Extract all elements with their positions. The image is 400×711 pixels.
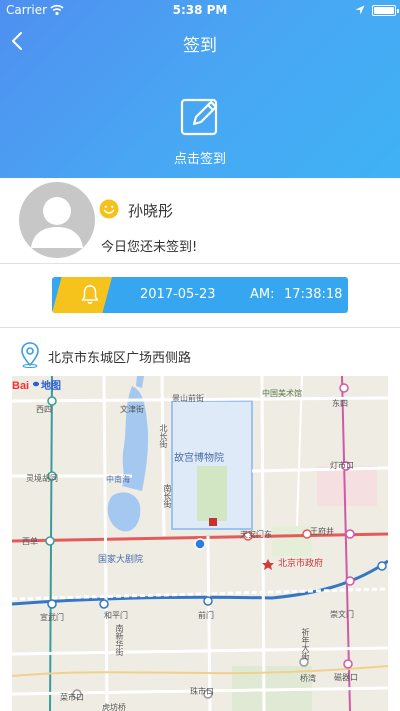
time-bar: 2017-05-23 AM: 17:38:18	[52, 277, 348, 313]
map-label-xisi: 西四	[36, 405, 52, 414]
map-label-nanchang: 南长街	[163, 484, 172, 508]
map-label-beichang: 北长街	[159, 424, 168, 448]
map-label-chongwenmen: 崇文门	[330, 610, 354, 619]
map-canvas	[12, 376, 388, 711]
map-view[interactable]: 西四 文津街 景山前街 中国美术馆 东四 北长街 故宫博物院 灵境胡同 灯市口 …	[12, 376, 388, 711]
avatar	[19, 182, 95, 258]
location-row: 北京市东城区广场西侧路	[0, 328, 400, 376]
map-label-wenjin: 文津街	[120, 405, 144, 414]
map-label-hepingmen: 和平门	[104, 611, 128, 620]
checkin-label: 点击签到	[173, 152, 226, 167]
checkin-status-text: 今日您还未签到!	[101, 240, 198, 255]
map-label-guojia: 国家大剧院	[98, 555, 144, 565]
map-label-xuanwumen: 宣武门	[40, 613, 64, 622]
map-label-qinian: 祈年大街	[301, 628, 310, 660]
status-time: 5:38 PM	[172, 3, 228, 17]
nav-bar: 签到	[0, 20, 400, 62]
map-label-zhengfu: 北京市政府	[278, 559, 324, 569]
map-label-qiaowan: 桥湾	[300, 674, 316, 683]
map-label-xidan: 西单	[22, 537, 38, 546]
map-label-dongsi: 东四	[332, 399, 348, 408]
checkin-button[interactable]: 点击签到	[150, 92, 250, 168]
battery-icon	[372, 5, 399, 16]
map-label-zgmsg: 中国美术馆	[262, 389, 302, 398]
map-label-lingjing: 灵境胡同	[26, 474, 58, 483]
map-label-caishikou: 菜市口	[60, 693, 84, 702]
map-label-qianmen: 前门	[198, 611, 214, 620]
status-bar: Carrier 5:38 PM	[0, 0, 400, 20]
checkin-screen: Carrier 5:38 PM 签到 点击签到 孙晓彤 今日您还未签到! 201…	[0, 0, 400, 711]
smile-icon	[99, 199, 119, 219]
map-label-jingshan: 景山前街	[172, 394, 204, 403]
page-title: 签到	[183, 36, 217, 56]
location-arrow-icon	[355, 5, 365, 15]
ampm-text: AM:	[250, 287, 275, 302]
clock-text: 17:38:18	[284, 287, 343, 302]
svg-text:地图: 地图	[41, 379, 61, 392]
map-label-dengshikou: 灯市口	[330, 461, 354, 470]
map-label-ciqikou: 磁器口	[334, 673, 358, 682]
edit-icon	[180, 98, 218, 136]
user-name: 孙晓彤	[128, 202, 174, 220]
map-label-nanxinhua: 南新华街	[115, 624, 124, 656]
header-hero: Carrier 5:38 PM 签到 点击签到	[0, 0, 400, 178]
map-label-tiananmendong: 天安门东	[240, 530, 272, 539]
address-text: 北京市东城区广场西侧路	[48, 351, 192, 366]
map-label-zhushikou: 珠市口	[190, 687, 214, 696]
map-label-gugong: 故宫博物院	[174, 453, 224, 464]
location-pin-icon	[21, 342, 39, 368]
svg-text:Bai: Bai	[12, 380, 29, 392]
person-silhouette-icon	[31, 197, 83, 248]
bell-icon	[81, 284, 99, 304]
map-label-hufangqiao: 虎坊桥	[102, 703, 126, 711]
date-text: 2017-05-23	[140, 287, 216, 302]
profile-card: 孙晓彤 今日您还未签到!	[0, 178, 400, 264]
map-label-zhongnanhai: 中南海	[106, 475, 130, 484]
map-label-wangfujing: 王府井	[310, 527, 334, 536]
time-section: 2017-05-23 AM: 17:38:18	[0, 264, 400, 328]
baidu-map-logo: Bai 地图	[12, 379, 61, 392]
